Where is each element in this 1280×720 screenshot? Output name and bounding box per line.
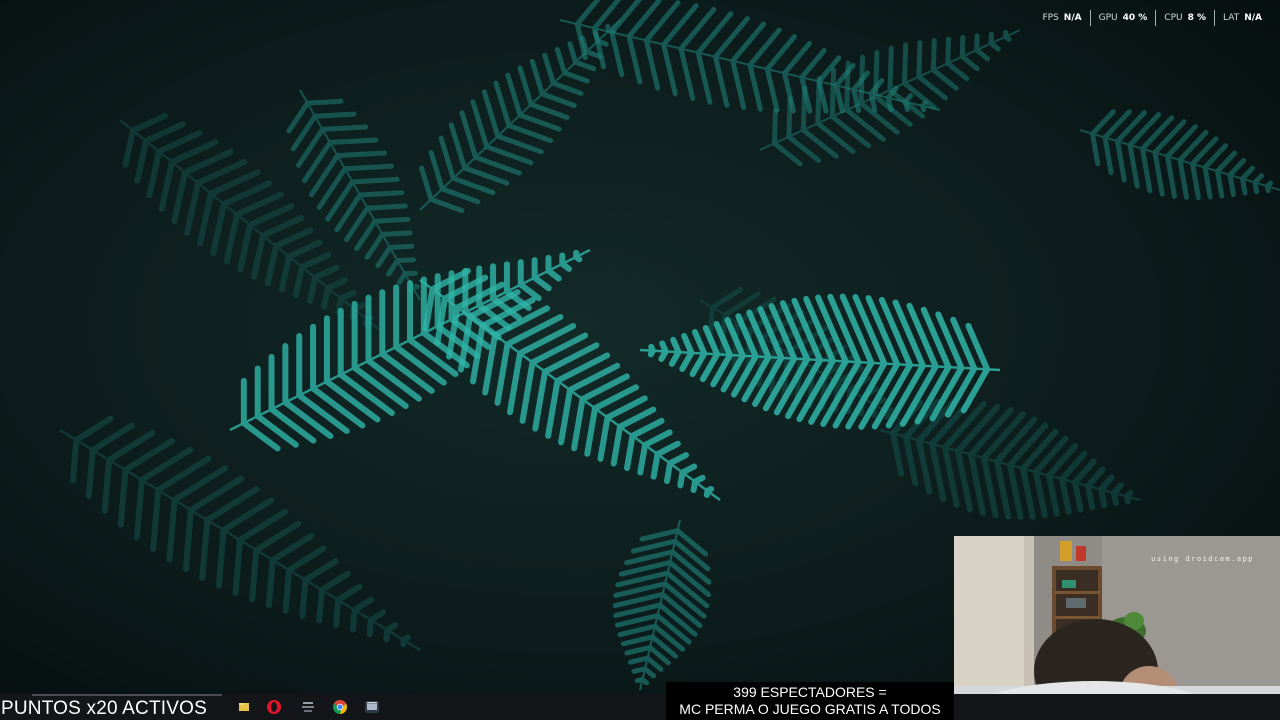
cpu-label: CPU xyxy=(1164,13,1183,23)
gpu-value: 40 % xyxy=(1122,13,1148,23)
webcam-feed: using droidcam.app xyxy=(954,536,1280,720)
performance-overlay: FPS N/A GPU 40 % CPU 8 % LAT N/A xyxy=(1034,10,1270,26)
media-icon[interactable] xyxy=(362,697,382,717)
taskbar-edge xyxy=(32,694,222,696)
fps-label: FPS xyxy=(1042,13,1059,23)
opera-icon[interactable] xyxy=(264,697,284,717)
viewers-promo-line: MC PERMA O JUEGO GRATIS A TODOS xyxy=(679,701,941,717)
chrome-icon[interactable] xyxy=(330,697,350,717)
lat-label: LAT xyxy=(1223,13,1240,23)
points-banner: PUNTOS x20 ACTIVOS xyxy=(1,698,207,719)
cpu-value: 8 % xyxy=(1187,13,1207,23)
lat-value: N/A xyxy=(1244,13,1262,23)
fps-stat: FPS N/A xyxy=(1034,10,1089,26)
cpu-stat: CPU 8 % xyxy=(1155,10,1214,26)
app-icon[interactable] xyxy=(298,697,318,717)
gpu-label: GPU xyxy=(1098,13,1118,23)
lat-stat: LAT N/A xyxy=(1214,10,1270,26)
gpu-stat: GPU 40 % xyxy=(1089,10,1156,26)
fps-value: N/A xyxy=(1063,13,1082,23)
webcam-watermark: using droidcam.app xyxy=(1151,555,1254,563)
file-explorer-icon[interactable] xyxy=(234,697,254,717)
viewers-count-line: 399 ESPECTADORES = xyxy=(733,684,887,700)
webcam-scene xyxy=(954,536,1280,720)
viewers-banner: 399 ESPECTADORES = MC PERMA O JUEGO GRAT… xyxy=(666,682,954,720)
